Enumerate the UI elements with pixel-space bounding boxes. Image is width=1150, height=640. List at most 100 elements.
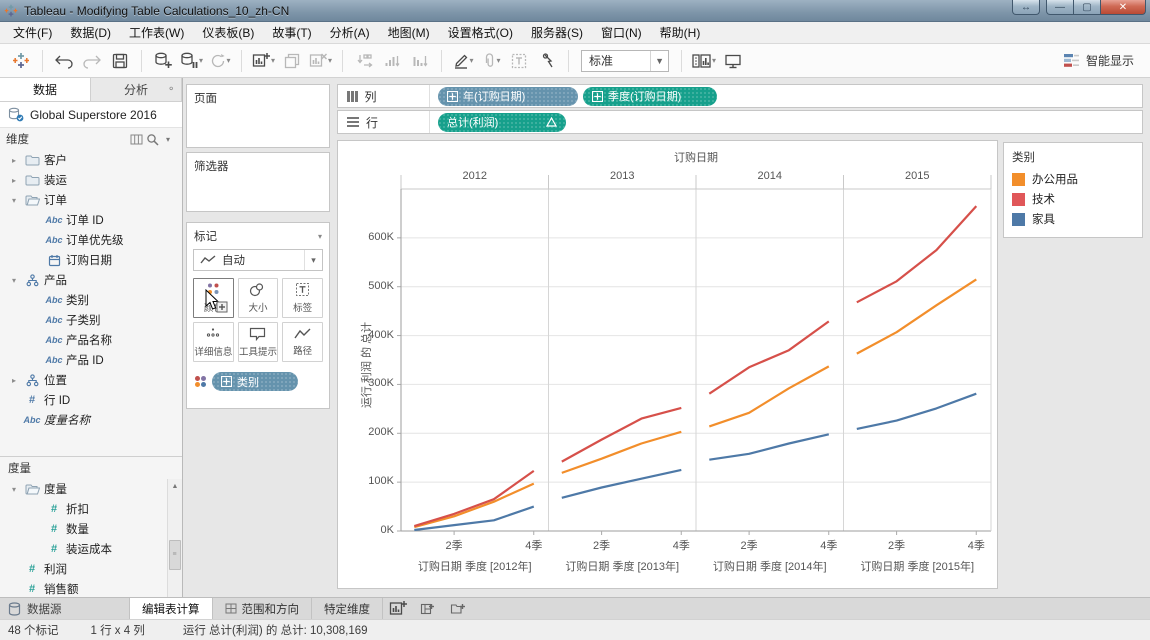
dimension-2[interactable]: ▾ 订单 — [0, 190, 182, 210]
expand-arrow-icon[interactable]: ▸ — [8, 176, 20, 185]
legend-item-1[interactable]: 技术 — [1004, 189, 1142, 209]
dimension-5[interactable]: 订购日期 — [0, 250, 182, 270]
marks-button-detail[interactable]: 详细信息 — [193, 322, 234, 362]
dimension-6[interactable]: ▾ 产品 — [0, 270, 182, 290]
measures-scrollbar[interactable]: ▲ ≡ ▼ — [167, 479, 182, 597]
search-icon[interactable] — [144, 132, 160, 146]
pause-updates-button[interactable]: ▾ — [178, 48, 205, 74]
pin-icon[interactable]: ⚬ — [167, 84, 179, 96]
dimension-10[interactable]: Abc 产品 ID — [0, 350, 182, 370]
dimension-1[interactable]: ▸ 装运 — [0, 170, 182, 190]
group-members-button[interactable]: ▾ — [478, 48, 504, 74]
chevron-down-icon[interactable]: ▾ — [160, 132, 176, 146]
series-技术-pane-2[interactable] — [709, 321, 829, 393]
refresh-button[interactable]: ▾ — [207, 48, 233, 74]
chevron-down-icon[interactable]: ▾ — [470, 56, 474, 65]
measure-4[interactable]: # 利润 — [0, 559, 182, 579]
presentation-mode-button[interactable] — [720, 48, 746, 74]
marks-button-path[interactable]: 路径 — [282, 322, 323, 362]
expand-arrow-icon[interactable]: ▾ — [8, 276, 20, 285]
view-as-grid-icon[interactable] — [128, 132, 144, 146]
marks-button-size[interactable]: 大小 — [238, 278, 279, 318]
dimension-4[interactable]: Abc 订单优先级 — [0, 230, 182, 250]
tableau-logo-button[interactable] — [8, 48, 34, 74]
chevron-down-icon[interactable]: ▾ — [318, 232, 322, 241]
tab-data[interactable]: 数据 — [0, 78, 91, 101]
sheet-tab-2[interactable]: 特定维度 — [312, 598, 383, 619]
measure-3[interactable]: # 装运成本 — [0, 539, 182, 559]
show-me-button[interactable]: 智能显示 — [1055, 49, 1142, 72]
columns-shelf[interactable]: 列 年(订购日期) 季度(订购日期) — [337, 84, 1143, 108]
maximize-button[interactable]: ▢ — [1074, 0, 1101, 15]
series-办公用品-pane-3[interactable] — [857, 279, 977, 353]
highlight-button[interactable]: ▾ — [450, 48, 476, 74]
pill-年(订购日期)[interactable]: 年(订购日期) — [438, 87, 578, 106]
chevron-down-icon[interactable]: ▼ — [650, 51, 668, 71]
new-story-button[interactable] — [443, 598, 473, 619]
redo-button[interactable] — [79, 48, 105, 74]
menu-item-9[interactable]: 服务器(S) — [522, 21, 592, 44]
add-datasource-button[interactable] — [150, 48, 176, 74]
menu-item-3[interactable]: 工作表(W) — [120, 21, 193, 44]
new-dashboard-button[interactable] — [413, 598, 443, 619]
marks-button-tooltip[interactable]: 工具提示 — [238, 322, 279, 362]
chevron-down-icon[interactable]: ▾ — [497, 56, 501, 65]
measure-2[interactable]: # 数量 — [0, 519, 182, 539]
menu-item-5[interactable]: 故事(T) — [263, 21, 320, 44]
menu-item-11[interactable]: 帮助(H) — [651, 21, 710, 44]
series-家具-pane-3[interactable] — [857, 394, 977, 429]
filters-card[interactable]: 筛选器 — [186, 152, 330, 212]
menu-item-2[interactable]: 数据(D) — [61, 21, 120, 44]
dimension-8[interactable]: Abc 子类别 — [0, 310, 182, 330]
fit-selector[interactable]: 标准 ▼ — [581, 50, 669, 72]
series-家具-pane-1[interactable] — [562, 470, 682, 498]
fix-axes-button[interactable] — [534, 48, 560, 74]
close-button[interactable]: ✕ — [1101, 0, 1146, 15]
pill-总计(利润)[interactable]: 总计(利润) — [438, 113, 566, 132]
dimension-0[interactable]: ▸ 客户 — [0, 150, 182, 170]
series-家具-pane-2[interactable] — [709, 434, 829, 459]
pages-card[interactable]: 页面 — [186, 84, 330, 148]
chevron-down-icon[interactable]: ▾ — [712, 56, 716, 65]
expand-arrow-icon[interactable]: ▾ — [8, 196, 20, 205]
compat-button[interactable]: ↔ — [1012, 0, 1040, 15]
series-技术-pane-1[interactable] — [562, 408, 682, 462]
sort-ascending-button[interactable] — [379, 48, 405, 74]
series-技术-pane-0[interactable] — [414, 471, 534, 526]
minimize-button[interactable]: — — [1046, 0, 1074, 15]
clear-sheet-button[interactable]: ▾ — [307, 48, 334, 74]
rows-shelf[interactable]: 行 总计(利润) — [337, 110, 1143, 134]
show-cards-button[interactable]: ▾ — [690, 48, 718, 74]
measure-1[interactable]: # 折扣 — [0, 499, 182, 519]
series-技术-pane-3[interactable] — [857, 206, 977, 302]
dimension-11[interactable]: ▸ 位置 — [0, 370, 182, 390]
tab-datasource[interactable]: 数据源 — [0, 598, 130, 619]
menu-item-8[interactable]: 设置格式(O) — [439, 21, 522, 44]
sort-descending-button[interactable] — [407, 48, 433, 74]
marks-button-color[interactable]: 颜色 — [193, 278, 234, 318]
menu-item-7[interactable]: 地图(M) — [379, 21, 439, 44]
dimension-3[interactable]: Abc 订单 ID — [0, 210, 182, 230]
pill-季度(订购日期)[interactable]: 季度(订购日期) — [583, 87, 717, 106]
expand-arrow-icon[interactable]: ▸ — [8, 376, 20, 385]
chevron-down-icon[interactable]: ▾ — [227, 56, 231, 65]
sheet-tab-0[interactable]: 编辑表计算 — [130, 598, 213, 619]
text-label-button[interactable] — [506, 48, 532, 74]
menu-item-1[interactable]: 文件(F) — [4, 21, 61, 44]
marks-button-label[interactable]: 标签 — [282, 278, 323, 318]
dimension-12[interactable]: # 行 ID — [0, 390, 182, 410]
chevron-down-icon[interactable]: ▾ — [328, 56, 332, 65]
undo-button[interactable] — [51, 48, 77, 74]
dimension-13[interactable]: Abc 度量名称 — [0, 410, 182, 430]
chevron-down-icon[interactable]: ▾ — [271, 56, 275, 65]
new-worksheet-button[interactable]: ▾ — [250, 48, 277, 74]
chevron-down-icon[interactable]: ▾ — [199, 56, 203, 65]
color-pill-category[interactable]: 类别 — [212, 372, 298, 391]
sheet-tab-1[interactable]: 范围和方向 — [213, 598, 313, 619]
dimension-9[interactable]: Abc 产品名称 — [0, 330, 182, 350]
measure-0[interactable]: ▾ 度量 — [0, 479, 182, 499]
datasource-connection[interactable]: Global Superstore 2016 — [0, 102, 182, 128]
dimension-7[interactable]: Abc 类别 — [0, 290, 182, 310]
save-button[interactable] — [107, 48, 133, 74]
menu-item-6[interactable]: 分析(A) — [321, 21, 379, 44]
